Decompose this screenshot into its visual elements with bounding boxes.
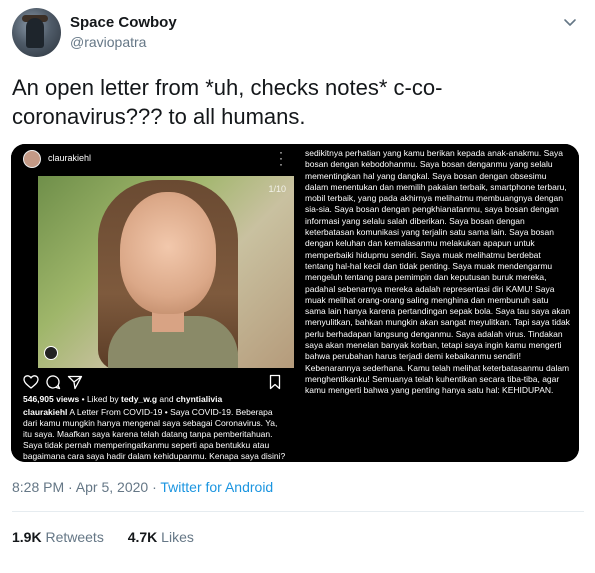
- tweet-timestamp: 8:28 PM · Apr 5, 2020 · Twitter for Andr…: [12, 479, 273, 495]
- display-name[interactable]: Space Cowboy: [70, 14, 177, 31]
- photo-counter: 1/10: [268, 184, 286, 194]
- divider: [12, 511, 584, 512]
- tweet-stats: 1.9K Retweets 4.7K Likes: [12, 529, 214, 545]
- views-count: 546,905 views: [23, 394, 80, 404]
- caption-user: claurakiehl: [23, 407, 68, 417]
- more-options-icon: · · ·: [279, 145, 283, 171]
- tweet-source-link[interactable]: Twitter for Android: [160, 479, 273, 495]
- liked-user-2: chyntialivia: [175, 394, 223, 404]
- likes-label: Likes: [157, 529, 194, 545]
- photo-face: [120, 192, 216, 314]
- liked-user-1: tedy_w.g: [120, 394, 158, 404]
- instagram-caption: claurakiehl A Letter From COVID-19 • Say…: [23, 407, 288, 462]
- likes-stat[interactable]: 4.7K Likes: [128, 529, 194, 545]
- instagram-screenshot: claurakiehl · · · 1/10 546,905 views • L…: [11, 144, 294, 462]
- instagram-likes: 546,905 views • Liked by tedy_w.g and ch…: [23, 394, 288, 404]
- retweets-stat[interactable]: 1.9K Retweets: [12, 529, 104, 545]
- comment-icon: [46, 375, 61, 390]
- likes-count: 4.7K: [127, 529, 158, 545]
- share-icon: [67, 375, 83, 390]
- user-handle[interactable]: @raviopatra: [70, 34, 146, 50]
- chevron-down-icon[interactable]: [562, 14, 578, 30]
- liked-and: and: [157, 394, 176, 404]
- tweet-text: An open letter from *uh, checks notes* c…: [12, 75, 443, 129]
- tweet-media[interactable]: claurakiehl · · · 1/10 546,905 views • L…: [11, 144, 579, 462]
- letter-text: sedikitnya perhatian yang kamu berikan k…: [297, 144, 579, 462]
- bookmark-icon: [269, 374, 281, 390]
- instagram-action-bar: [23, 374, 283, 390]
- retweets-label: Retweets: [41, 529, 104, 545]
- retweets-count: 1.9K: [12, 529, 42, 545]
- user-tag-icon: [44, 346, 58, 360]
- instagram-photo: 1/10: [38, 176, 294, 368]
- tweet-time[interactable]: 8:28 PM · Apr 5, 2020 ·: [12, 479, 160, 495]
- heart-icon: [23, 375, 39, 389]
- tweet-header: Space Cowboy @raviopatra: [12, 8, 584, 64]
- avatar[interactable]: [12, 8, 61, 57]
- instagram-header: claurakiehl · · ·: [11, 144, 294, 174]
- instagram-username: claurakiehl: [48, 153, 92, 163]
- liked-by-prefix: • Liked by: [79, 394, 121, 404]
- instagram-avatar: [23, 150, 41, 168]
- avatar-figure: [26, 18, 44, 48]
